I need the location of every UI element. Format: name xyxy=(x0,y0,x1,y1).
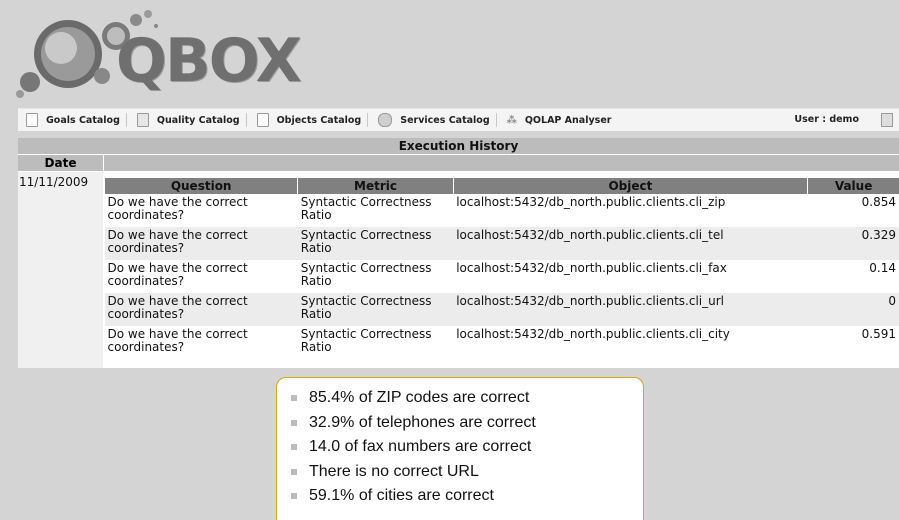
column-header-value: Value xyxy=(807,178,899,194)
summary-text: 59.1% of cities are correct xyxy=(309,487,494,505)
document-icon xyxy=(26,113,38,127)
menu-label: Quality Catalog xyxy=(156,114,240,126)
summary-text: There is no correct URL xyxy=(309,462,479,480)
table-row: Do we have the correct coordinates? Synt… xyxy=(104,293,899,326)
menu-goals-catalog[interactable]: Goals Catalog xyxy=(18,113,120,127)
execution-date: 11/11/2009 xyxy=(19,175,89,189)
current-user: User : demo xyxy=(794,114,859,125)
column-header-metric: Metric xyxy=(297,178,454,194)
menu-divider xyxy=(125,113,127,127)
menu-bar: Goals Catalog Quality Catalog Objects Ca… xyxy=(18,108,899,131)
app-header: QBOX xyxy=(0,0,899,108)
menu-label: QOLAP Analyser xyxy=(524,114,612,126)
cell-metric: Syntactic Correctness Ratio xyxy=(297,227,454,260)
column-header-object: Object xyxy=(452,178,808,194)
cell-value: 0 xyxy=(807,293,899,326)
summary-item: 59.1% of cities are correct xyxy=(291,484,643,509)
cell-question: Do we have the correct coordinates? xyxy=(104,326,298,359)
header-fill xyxy=(104,155,899,171)
menu-qolap-analyser[interactable]: ⁂ QOLAP Analyser xyxy=(499,115,612,126)
date-column-header: Date xyxy=(18,155,103,171)
summary-text: 32.9% of telephones are correct xyxy=(309,413,536,431)
menu-objects-catalog[interactable]: Objects Catalog xyxy=(249,113,362,127)
summary-callout: 85.4% of ZIP codes are correct 32.9% of … xyxy=(276,377,644,520)
summary-item: 32.9% of telephones are correct xyxy=(291,411,643,436)
table-row: Do we have the correct coordinates? Synt… xyxy=(104,326,899,359)
cell-value: 0.591 xyxy=(807,326,899,359)
summary-item: 85.4% of ZIP codes are correct xyxy=(291,386,643,411)
bullet-icon xyxy=(291,444,297,451)
menu-divider xyxy=(495,113,497,127)
chart-icon: ⁂ xyxy=(506,114,517,126)
execution-history-panel: Execution History Date 11/11/2009 Questi… xyxy=(18,138,899,368)
bullet-icon xyxy=(291,395,297,402)
cell-question: Do we have the correct coordinates? xyxy=(104,293,298,326)
folder-icon xyxy=(136,113,149,127)
logo-text: QBOX xyxy=(116,26,302,96)
cell-object: localhost:5432/db_north.public.clients.c… xyxy=(453,326,808,359)
summary-item: 14.0 of fax numbers are correct xyxy=(291,435,643,460)
summary-item: There is no correct URL xyxy=(291,460,643,485)
cell-metric: Syntactic Correctness Ratio xyxy=(297,326,454,359)
cell-question: Do we have the correct coordinates? xyxy=(104,260,298,293)
cell-question: Do we have the correct coordinates? xyxy=(104,194,298,227)
logout-icon[interactable] xyxy=(881,113,893,127)
table-row: Do we have the correct coordinates? Synt… xyxy=(104,260,899,293)
menu-label: Services Catalog xyxy=(400,114,490,126)
list-icon xyxy=(256,113,269,127)
cell-metric: Syntactic Correctness Ratio xyxy=(297,293,454,326)
bullet-icon xyxy=(291,419,297,426)
column-header-question: Question xyxy=(103,178,298,194)
cell-question: Do we have the correct coordinates? xyxy=(104,227,298,260)
cell-object: localhost:5432/db_north.public.clients.c… xyxy=(453,194,808,227)
menu-quality-catalog[interactable]: Quality Catalog xyxy=(129,113,240,127)
menu-services-catalog[interactable]: Services Catalog xyxy=(370,113,490,127)
gear-icon xyxy=(378,113,393,127)
results-table: Question Metric Object Value Do we have … xyxy=(103,178,899,359)
bullet-icon xyxy=(291,493,297,500)
bullet-icon xyxy=(291,468,297,475)
cell-value: 0.14 xyxy=(807,260,899,293)
menu-label: Goals Catalog xyxy=(46,114,120,126)
cell-object: localhost:5432/db_north.public.clients.c… xyxy=(453,260,808,293)
panel-title: Execution History xyxy=(18,138,899,154)
menu-divider xyxy=(367,113,369,127)
cell-metric: Syntactic Correctness Ratio xyxy=(297,194,454,227)
summary-text: 85.4% of ZIP codes are correct xyxy=(309,389,530,407)
cell-object: localhost:5432/db_north.public.clients.c… xyxy=(453,227,808,260)
cell-value: 0.329 xyxy=(807,227,899,260)
cell-object: localhost:5432/db_north.public.clients.c… xyxy=(453,293,808,326)
summary-text: 14.0 of fax numbers are correct xyxy=(309,438,532,456)
table-row: Do we have the correct coordinates? Synt… xyxy=(104,194,899,227)
cell-value: 0.854 xyxy=(807,194,899,227)
menu-divider xyxy=(245,113,247,127)
table-row: Do we have the correct coordinates? Synt… xyxy=(104,227,899,260)
menu-label: Objects Catalog xyxy=(276,114,362,126)
date-column xyxy=(18,172,103,368)
summary-list: 85.4% of ZIP codes are correct 32.9% of … xyxy=(277,378,643,509)
cell-metric: Syntactic Correctness Ratio xyxy=(297,260,454,293)
